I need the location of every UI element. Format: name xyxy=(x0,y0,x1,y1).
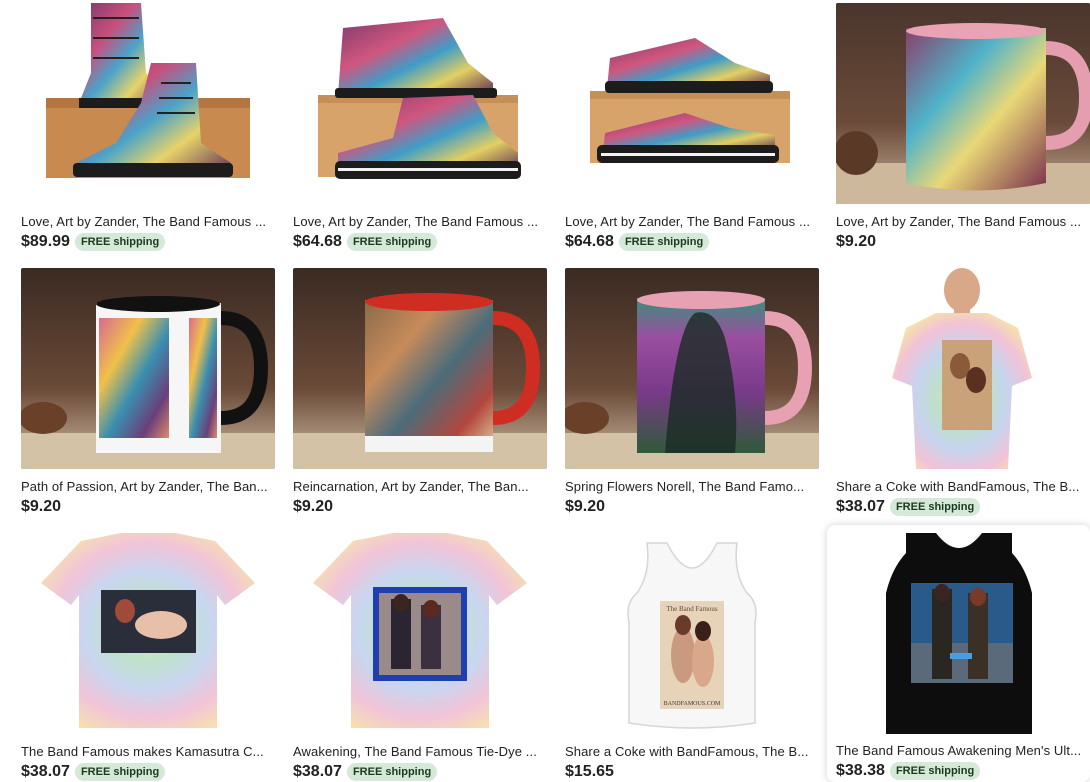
listing-price: $38.38 xyxy=(836,762,885,779)
product-image-black-tank-top[interactable] xyxy=(836,533,1082,734)
price-row: $15.65 xyxy=(565,761,614,782)
listing-title[interactable]: The Band Famous Awakening Men's Ult... xyxy=(836,742,1086,760)
listing-title[interactable]: Spring Flowers Norell, The Band Famo... xyxy=(565,478,819,496)
product-image-tie-dye-tee[interactable] xyxy=(21,533,275,734)
product-image-combat-boots[interactable] xyxy=(21,3,275,204)
listing-title[interactable]: Share a Coke with BandFamous, The B... xyxy=(836,478,1090,496)
listing-grid: Love, Art by Zander, The Band Famous ...… xyxy=(0,0,1090,782)
listing-title[interactable]: Awakening, The Band Famous Tie-Dye ... xyxy=(293,743,547,761)
listing-title[interactable]: Love, Art by Zander, The Band Famous ... xyxy=(565,213,819,231)
listing-card[interactable]: Spring Flowers Norell, The Band Famo... … xyxy=(565,268,821,520)
listing-price: $64.68 xyxy=(293,233,342,250)
free-shipping-badge: FREE shipping xyxy=(346,233,438,251)
listing-price: $38.07 xyxy=(293,763,342,780)
listing-price: $9.20 xyxy=(836,233,877,250)
listing-price: $38.07 xyxy=(21,763,70,780)
listing-card[interactable]: Love, Art by Zander, The Band Famous ...… xyxy=(836,3,1090,255)
listing-title[interactable]: Reincarnation, Art by Zander, The Ban... xyxy=(293,478,547,496)
price-row: $38.07 FREE shipping xyxy=(836,496,981,518)
price-row: $38.07 FREE shipping xyxy=(293,761,438,782)
free-shipping-badge: FREE shipping xyxy=(346,763,438,781)
listing-price: $9.20 xyxy=(565,498,606,515)
price-row: $64.68 FREE shipping xyxy=(565,231,710,253)
listing-card-hovered[interactable]: The Band Famous Awakening Men's Ult... $… xyxy=(827,525,1090,782)
listing-card[interactable]: Share a Coke with BandFamous, The B... $… xyxy=(836,268,1090,520)
product-image-low-top-sneakers[interactable] xyxy=(565,3,819,204)
free-shipping-badge: FREE shipping xyxy=(889,762,981,780)
price-row: $89.99 FREE shipping xyxy=(21,231,166,253)
listing-price: $89.99 xyxy=(21,233,70,250)
price-row: $64.68 FREE shipping xyxy=(293,231,438,253)
price-row: $9.20 xyxy=(21,496,61,518)
listing-title[interactable]: Path of Passion, Art by Zander, The Ban.… xyxy=(21,478,275,496)
listing-title[interactable]: Love, Art by Zander, The Band Famous ... xyxy=(21,213,275,231)
tank-print-header: The Band Famous xyxy=(666,605,718,613)
product-image-pink-mug[interactable] xyxy=(836,3,1090,204)
listing-title[interactable]: Share a Coke with BandFamous, The B... xyxy=(565,743,819,761)
price-row: $9.20 xyxy=(565,496,605,518)
free-shipping-badge: FREE shipping xyxy=(74,763,166,781)
free-shipping-badge: FREE shipping xyxy=(74,233,166,251)
listing-card[interactable]: The Band Famous BANDFAMOUS.COM Share a C… xyxy=(565,533,821,782)
listing-price: $9.20 xyxy=(21,498,62,515)
free-shipping-badge: FREE shipping xyxy=(889,498,981,516)
listing-price: $38.07 xyxy=(836,498,885,515)
listing-price: $15.65 xyxy=(565,763,614,780)
price-row: $38.38 FREE shipping xyxy=(836,760,981,782)
tank-print-footer: BANDFAMOUS.COM xyxy=(664,701,721,707)
price-row: $38.07 FREE shipping xyxy=(21,761,166,782)
listing-title[interactable]: The Band Famous makes Kamasutra C... xyxy=(21,743,275,761)
listing-price: $64.68 xyxy=(565,233,614,250)
price-row: $9.20 xyxy=(293,496,333,518)
free-shipping-badge: FREE shipping xyxy=(618,233,710,251)
listing-card[interactable]: Love, Art by Zander, The Band Famous ...… xyxy=(21,3,277,255)
listing-price: $9.20 xyxy=(293,498,334,515)
product-image-tie-dye-tee-blue-frame[interactable] xyxy=(293,533,547,734)
listing-title[interactable]: Love, Art by Zander, The Band Famous ... xyxy=(836,213,1090,231)
listing-card[interactable]: Love, Art by Zander, The Band Famous ...… xyxy=(565,3,821,255)
listing-title[interactable]: Love, Art by Zander, The Band Famous ... xyxy=(293,213,547,231)
listing-card[interactable]: Reincarnation, Art by Zander, The Ban...… xyxy=(293,268,549,520)
price-row: $9.20 xyxy=(836,231,876,253)
listing-card[interactable]: The Band Famous makes Kamasutra C... $38… xyxy=(21,533,277,782)
product-image-high-top-sneakers[interactable] xyxy=(293,3,547,204)
product-image-tie-dye-tee-model[interactable] xyxy=(836,268,1090,469)
product-image-red-handle-mug[interactable] xyxy=(293,268,547,469)
listing-card[interactable]: Love, Art by Zander, The Band Famous ...… xyxy=(293,3,549,255)
listing-card[interactable]: Path of Passion, Art by Zander, The Ban.… xyxy=(21,268,277,520)
product-image-white-tank-top[interactable]: The Band Famous BANDFAMOUS.COM xyxy=(565,533,819,734)
product-image-pink-handle-mug[interactable] xyxy=(565,268,819,469)
product-image-black-handle-mug[interactable] xyxy=(21,268,275,469)
listing-card[interactable]: Awakening, The Band Famous Tie-Dye ... $… xyxy=(293,533,549,782)
